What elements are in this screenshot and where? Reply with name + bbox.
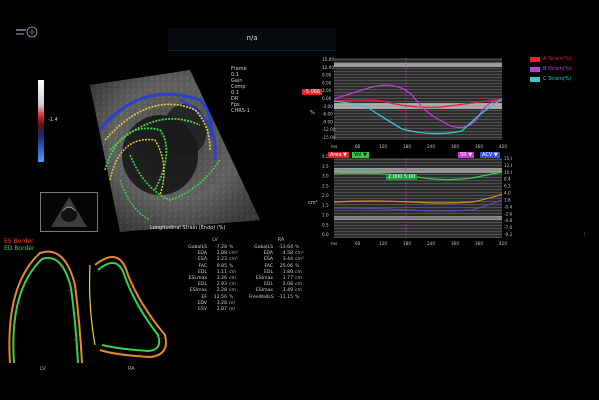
tick-label: 6.2 — [504, 184, 511, 189]
tick-label: 12.00 — [322, 65, 334, 70]
tick-label: 9.00 — [322, 73, 332, 78]
tick-label: 60 — [355, 144, 361, 149]
legend-swatch — [530, 66, 540, 72]
measurement-row: ESV 2.87 ml — [183, 307, 247, 313]
tick-label: 1.8 — [504, 197, 511, 202]
ra-column-header: RA — [277, 237, 285, 243]
tick-label: 3.0 — [322, 174, 329, 179]
tick-label: 2.0 — [322, 193, 329, 198]
tick-label: -7.0 — [504, 225, 512, 230]
vendor-logo — [14, 24, 42, 42]
sr-dropdown[interactable]: SR ▼ — [458, 152, 475, 158]
tick-label: 420 — [499, 144, 507, 149]
legend-label: A Strain(%) — [543, 56, 572, 62]
lv-label: LV — [40, 366, 46, 372]
tick-label: -0.4 — [504, 204, 512, 209]
lv-column: LV GobalLS -7.28% EDA 2.88 cm² ESA 2.23 cm² FAC 9… — [183, 237, 247, 313]
legend-swatch — [530, 56, 540, 62]
legend-label: C Strain(%) — [543, 76, 572, 82]
graph1-y-label: % — [310, 110, 315, 116]
ra-contour — [88, 256, 167, 359]
strain-colorbar — [38, 80, 44, 162]
tick-label: 240 — [427, 241, 435, 246]
legend-swatch — [530, 76, 540, 82]
tick-label: 1.5 — [322, 203, 329, 208]
legend-item[interactable]: C Strain(%) — [530, 76, 572, 82]
ra-column: RA GobalLS -13.64% EDA 4.58 cm² ESA 3.44 cm² FAC… — [249, 237, 313, 301]
tick-label: ms — [331, 144, 337, 149]
thumbnail-view[interactable] — [40, 192, 98, 232]
tick-label: 60 — [355, 241, 361, 246]
acquisition-params: Frame 0.1 Gain Comp 0.1 DR Fps CHRS-1 — [231, 66, 265, 114]
tick-label: 6.00 — [322, 80, 332, 85]
tick-label: 360 — [475, 241, 483, 246]
right-edge-label: ... — [582, 232, 588, 237]
tick-label: 180 — [403, 241, 411, 246]
tick-label: 15.0 — [504, 156, 512, 161]
tick-label: 0.0 — [322, 232, 329, 237]
tick-label: 300 — [451, 241, 459, 246]
ultrasound-caption: Longitudinal Strain (Endo) (%) — [150, 225, 226, 231]
tick-label: 4.0 — [504, 191, 511, 196]
tick-label: 120 — [379, 144, 387, 149]
tick-label: 0.5 — [322, 222, 329, 227]
tick-label: 360 — [475, 144, 483, 149]
tick-label: -4.8 — [504, 218, 512, 223]
ra-label: RA — [128, 366, 135, 372]
colorbar-mid-label: -1.4 — [48, 117, 58, 123]
contour-plot — [0, 245, 185, 375]
tick-label: 10.6 — [504, 170, 512, 175]
graph2-y-label: cm² — [308, 200, 318, 206]
tick-label: ms — [331, 241, 337, 246]
tick-label: -6.00 — [322, 112, 333, 117]
measurement-row: FreeWallLS -11.15% — [249, 295, 313, 301]
strain-legend: A Strain(%) B Strain(%) C Strain(%) — [530, 56, 572, 86]
window-title: n/a — [246, 34, 258, 42]
legend-item[interactable]: B Strain(%) — [530, 66, 572, 72]
measurement-value: -11.15 — [278, 294, 293, 300]
acv-dropdown[interactable]: ACV ▼ — [480, 152, 500, 158]
legend-item[interactable]: A Strain(%) — [530, 56, 572, 62]
es-border-label: ES Border — [4, 238, 34, 245]
tick-label: -12.00 — [322, 127, 336, 132]
tick-label: 120 — [379, 241, 387, 246]
tick-label: 180 — [403, 144, 411, 149]
tick-label: 1.0 — [322, 213, 329, 218]
tick-label: 300 — [451, 144, 459, 149]
lv-contour — [8, 250, 83, 364]
tick-label: 12.8 — [504, 163, 512, 168]
vol-dropdown[interactable]: Vol ▼ — [352, 152, 369, 158]
measurement-unit: ml — [229, 306, 235, 312]
param-line: CHRS-1 — [231, 108, 250, 114]
tick-label: -9.2 — [504, 232, 512, 237]
tick-label: -3.00 — [322, 104, 333, 109]
tick-label: 3.00 — [322, 88, 332, 93]
tick-label: 0.00 — [322, 96, 332, 101]
area-dropdown[interactable]: Area ▼ — [328, 152, 349, 158]
tick-label: 240 — [427, 144, 435, 149]
tick-label: -2.6 — [504, 211, 512, 216]
measurement-value: 2.87 — [216, 306, 227, 312]
logo-icon — [16, 26, 38, 38]
measurement-name: ESV — [198, 306, 207, 312]
area-volume-graph[interactable]: 4.0 3.5 3.0 2.5 2.0 1.5 1.0 0.5 0.0 15.0 12.8 10.6… — [308, 152, 514, 248]
measurement-unit: % — [295, 294, 300, 300]
title-bar: n/a — [168, 28, 336, 51]
tick-label: -15.00 — [322, 135, 336, 140]
tick-label: 15.00 — [322, 57, 334, 62]
tick-label: -9.00 — [322, 119, 333, 124]
tick-label: 420 — [499, 241, 507, 246]
area-marker-label: 2.000 5:00 — [386, 174, 418, 180]
tick-label: 2.5 — [322, 183, 329, 188]
measurement-name: FreeWallLS — [249, 294, 274, 300]
strain-graph[interactable]: 15.00 12.00 9.00 6.00 3.00 0.00 -3.00 -6.00 -9.0… — [302, 55, 512, 151]
strain-marker-label: -5.066 — [302, 89, 323, 95]
tick-label: 3.5 — [322, 164, 329, 169]
tick-label: 8.4 — [504, 177, 511, 182]
legend-label: B Strain(%) — [543, 66, 572, 72]
lv-column-header: LV — [212, 237, 218, 243]
